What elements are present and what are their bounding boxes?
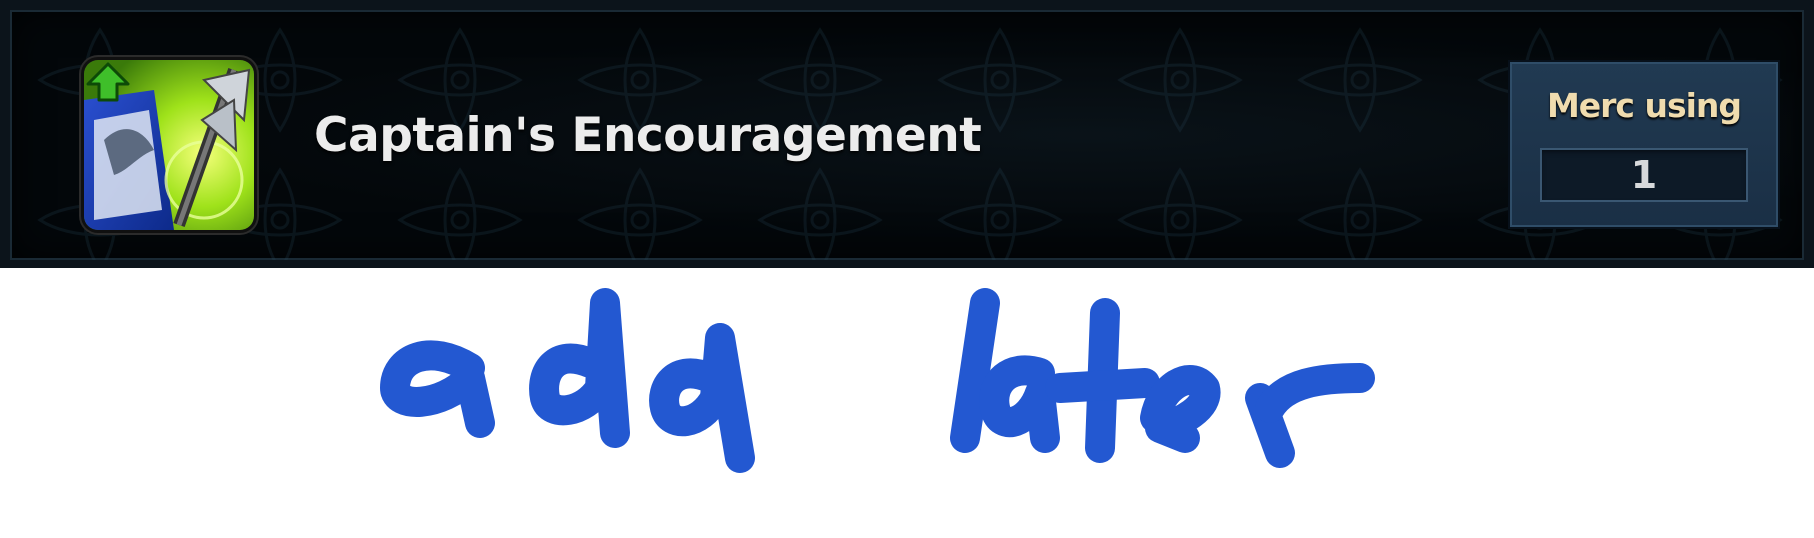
merc-using-panel: Merc using 1 (1510, 62, 1778, 227)
merc-using-label: Merc using (1546, 86, 1742, 125)
war-banner-axe-icon[interactable] (84, 60, 254, 230)
skill-name: Captain's Encouragement (314, 108, 982, 163)
green-up-arrow-icon (86, 62, 130, 102)
merc-using-value-field[interactable]: 1 (1540, 148, 1748, 202)
handwritten-note (380, 288, 1375, 473)
banner-body: Captain's Encouragement Merc using 1 (10, 10, 1804, 260)
skill-row-banner: Captain's Encouragement Merc using 1 (0, 0, 1814, 268)
